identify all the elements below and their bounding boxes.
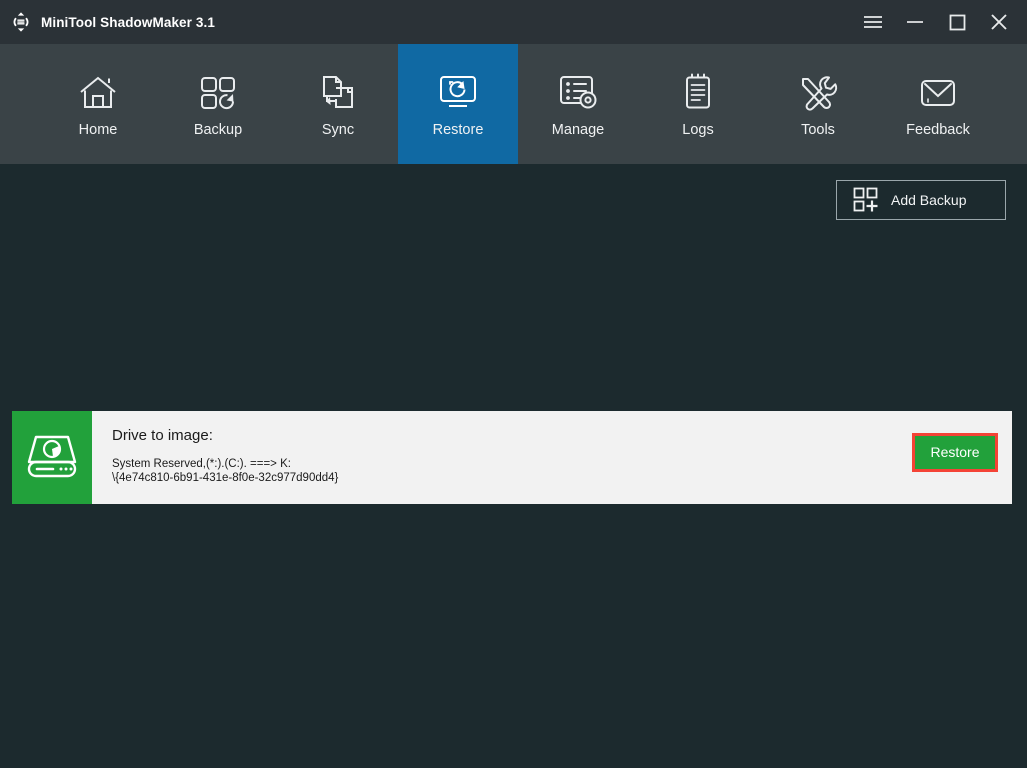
maximize-icon (949, 14, 965, 30)
nav-item-logs[interactable]: Logs (638, 44, 758, 164)
nav-item-tools[interactable]: Tools (758, 44, 878, 164)
feedback-envelope-icon (916, 70, 960, 116)
tools-wrench-screwdriver-icon (796, 70, 840, 116)
minimize-button[interactable] (894, 0, 936, 44)
main-navigation: Home Backup Sync Restore Manage Logs Too… (0, 44, 1027, 164)
restore-monitor-icon (436, 70, 480, 116)
maximize-button[interactable] (936, 0, 978, 44)
add-backup-button[interactable]: Add Backup (836, 180, 1006, 220)
add-backup-label: Add Backup (891, 192, 967, 208)
nav-item-feedback[interactable]: Feedback (878, 44, 998, 164)
content-area: Add Backup Drive to image: System Reserv… (0, 164, 1027, 768)
nav-label-manage: Manage (551, 122, 605, 138)
nav-item-home[interactable]: Home (38, 44, 158, 164)
minimize-icon (907, 21, 923, 23)
restore-button[interactable]: Restore (915, 436, 995, 469)
logs-clipboard-icon (677, 70, 719, 116)
manage-list-gear-icon (556, 70, 600, 116)
close-button[interactable] (978, 0, 1020, 44)
application-window: MiniTool ShadowMaker 3.1 Home Backup Syn… (0, 0, 1027, 768)
hard-drive-icon (27, 435, 77, 477)
nav-label-feedback: Feedback (906, 122, 970, 138)
nav-label-tools: Tools (801, 122, 835, 138)
nav-label-sync: Sync (321, 122, 355, 138)
window-title: MiniTool ShadowMaker 3.1 (41, 14, 215, 30)
nav-item-sync[interactable]: Sync (278, 44, 398, 164)
backup-card-title: Drive to image: (112, 427, 213, 444)
nav-item-restore[interactable]: Restore (398, 44, 518, 164)
title-bar: MiniTool ShadowMaker 3.1 (0, 0, 1027, 44)
backup-card[interactable]: Drive to image: System Reserved,(*:).(C:… (12, 411, 1012, 504)
backup-grid-refresh-icon (197, 70, 239, 116)
menu-button[interactable] (852, 0, 894, 44)
nav-item-manage[interactable]: Manage (518, 44, 638, 164)
shadowmaker-logo-icon (13, 12, 29, 32)
home-icon (77, 70, 119, 116)
restore-button-highlight: Restore (912, 433, 998, 472)
nav-label-home: Home (78, 122, 118, 138)
content-toolbar: Add Backup (0, 164, 1027, 236)
hamburger-menu-icon (864, 16, 882, 28)
sync-files-icon (317, 70, 359, 116)
backup-card-details: System Reserved,(*:).(C:). ===> K: \{4e7… (112, 458, 339, 484)
nav-item-backup[interactable]: Backup (158, 44, 278, 164)
backup-card-body: Drive to image: System Reserved,(*:).(C:… (92, 411, 1012, 504)
nav-label-backup: Backup (193, 122, 243, 138)
backup-card-thumbnail (12, 411, 92, 504)
nav-label-logs: Logs (682, 122, 714, 138)
close-icon (991, 14, 1007, 30)
add-backup-icon (853, 187, 879, 213)
nav-label-restore: Restore (432, 122, 484, 138)
